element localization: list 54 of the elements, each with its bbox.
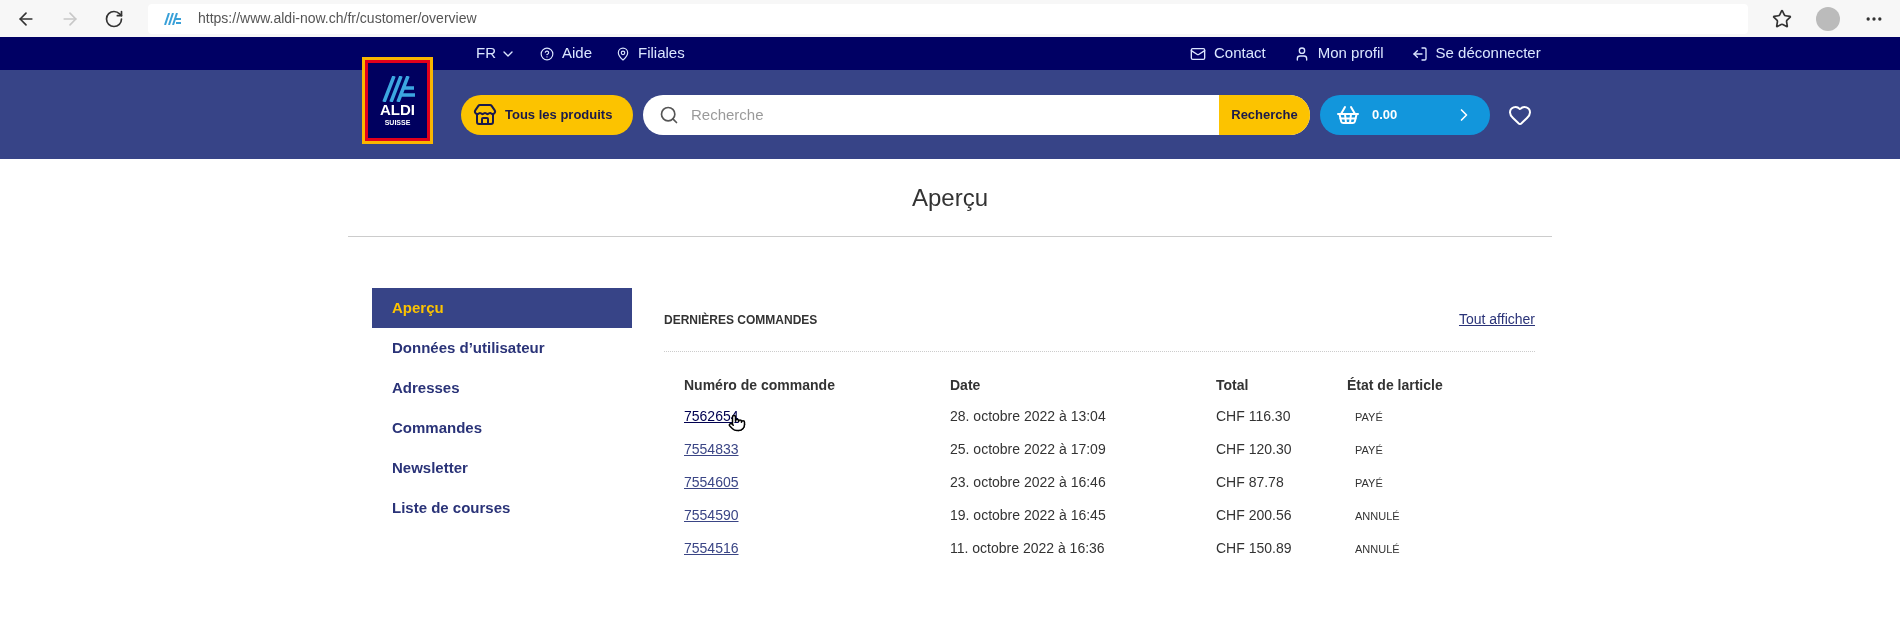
- store-icon: [473, 103, 497, 127]
- order-date: 25. octobre 2022 à 17:09: [950, 441, 1106, 457]
- order-status: ANNULÉ: [1355, 543, 1400, 555]
- search-field[interactable]: Recherche Recherche: [643, 95, 1310, 135]
- order-total: CHF 116.30: [1216, 408, 1291, 424]
- page-title: Aperçu: [911, 182, 988, 213]
- sidebar-item[interactable]: Newsletter: [372, 448, 632, 488]
- order-total: CHF 150.89: [1216, 540, 1292, 556]
- order-total: CHF 87.78: [1216, 474, 1284, 490]
- all-products-button[interactable]: Tous les produits: [461, 95, 633, 135]
- order-number-link[interactable]: 7562654: [684, 408, 739, 424]
- reload-icon[interactable]: [104, 8, 124, 29]
- sidebar-item[interactable]: Adresses: [372, 368, 632, 408]
- column-header: Numéro de commande: [684, 377, 835, 393]
- order-number-link[interactable]: 7554590: [684, 507, 739, 523]
- search-button[interactable]: Recherche: [1219, 95, 1310, 135]
- order-total: CHF 200.56: [1216, 507, 1292, 523]
- heart-icon[interactable]: [1508, 103, 1532, 127]
- view-all-link[interactable]: Tout afficher: [1459, 309, 1535, 330]
- favorites-icon[interactable]: [1772, 8, 1792, 29]
- top-nav-link[interactable]: Filiales: [616, 42, 685, 65]
- envelope-icon: [1190, 45, 1206, 62]
- top-nav-link[interactable]: Aide: [540, 42, 593, 65]
- top-nav-link[interactable]: Contact: [1190, 42, 1266, 65]
- search-icon: [659, 105, 679, 125]
- sidebar-item[interactable]: Commandes: [372, 408, 632, 448]
- map-pin-icon: [616, 46, 631, 61]
- order-date: 19. octobre 2022 à 16:45: [950, 507, 1106, 523]
- sidebar-item[interactable]: Aperçu: [372, 288, 632, 328]
- order-number-link[interactable]: 7554833: [684, 441, 739, 457]
- order-number-link[interactable]: 7554516: [684, 540, 739, 556]
- site-icon: [164, 12, 182, 25]
- address-field[interactable]: https://www.aldi-now.ch/fr/customer/overview: [148, 3, 1748, 34]
- top-nav-link[interactable]: Se déconnecter: [1411, 42, 1541, 65]
- top-nav-link[interactable]: Mon profil: [1293, 42, 1384, 65]
- column-header: Date: [950, 377, 981, 393]
- section-heading: DERNIÈRES COMMANDES: [664, 311, 818, 329]
- sidebar-item[interactable]: Liste de courses: [372, 488, 632, 528]
- column-header: Total: [1216, 377, 1249, 393]
- logout-icon: [1411, 45, 1428, 62]
- column-header: État de larticle: [1347, 377, 1443, 393]
- order-number-link[interactable]: 7554605: [684, 474, 739, 490]
- language-selector[interactable]: FR: [476, 42, 516, 65]
- order-date: 11. octobre 2022 à 16:36: [950, 540, 1105, 556]
- order-date: 28. octobre 2022 à 13:04: [950, 408, 1106, 424]
- order-status: PAYÉ: [1355, 444, 1383, 456]
- help-icon: [540, 46, 554, 61]
- order-status: PAYÉ: [1355, 477, 1383, 489]
- order-date: 23. octobre 2022 à 16:46: [950, 474, 1106, 490]
- order-status: ANNULÉ: [1355, 510, 1400, 522]
- order-status: PAYÉ: [1355, 411, 1383, 423]
- basket-icon: [1336, 103, 1360, 127]
- order-total: CHF 120.30: [1216, 441, 1292, 457]
- sidebar-item[interactable]: Données d’utilisateur: [372, 328, 632, 368]
